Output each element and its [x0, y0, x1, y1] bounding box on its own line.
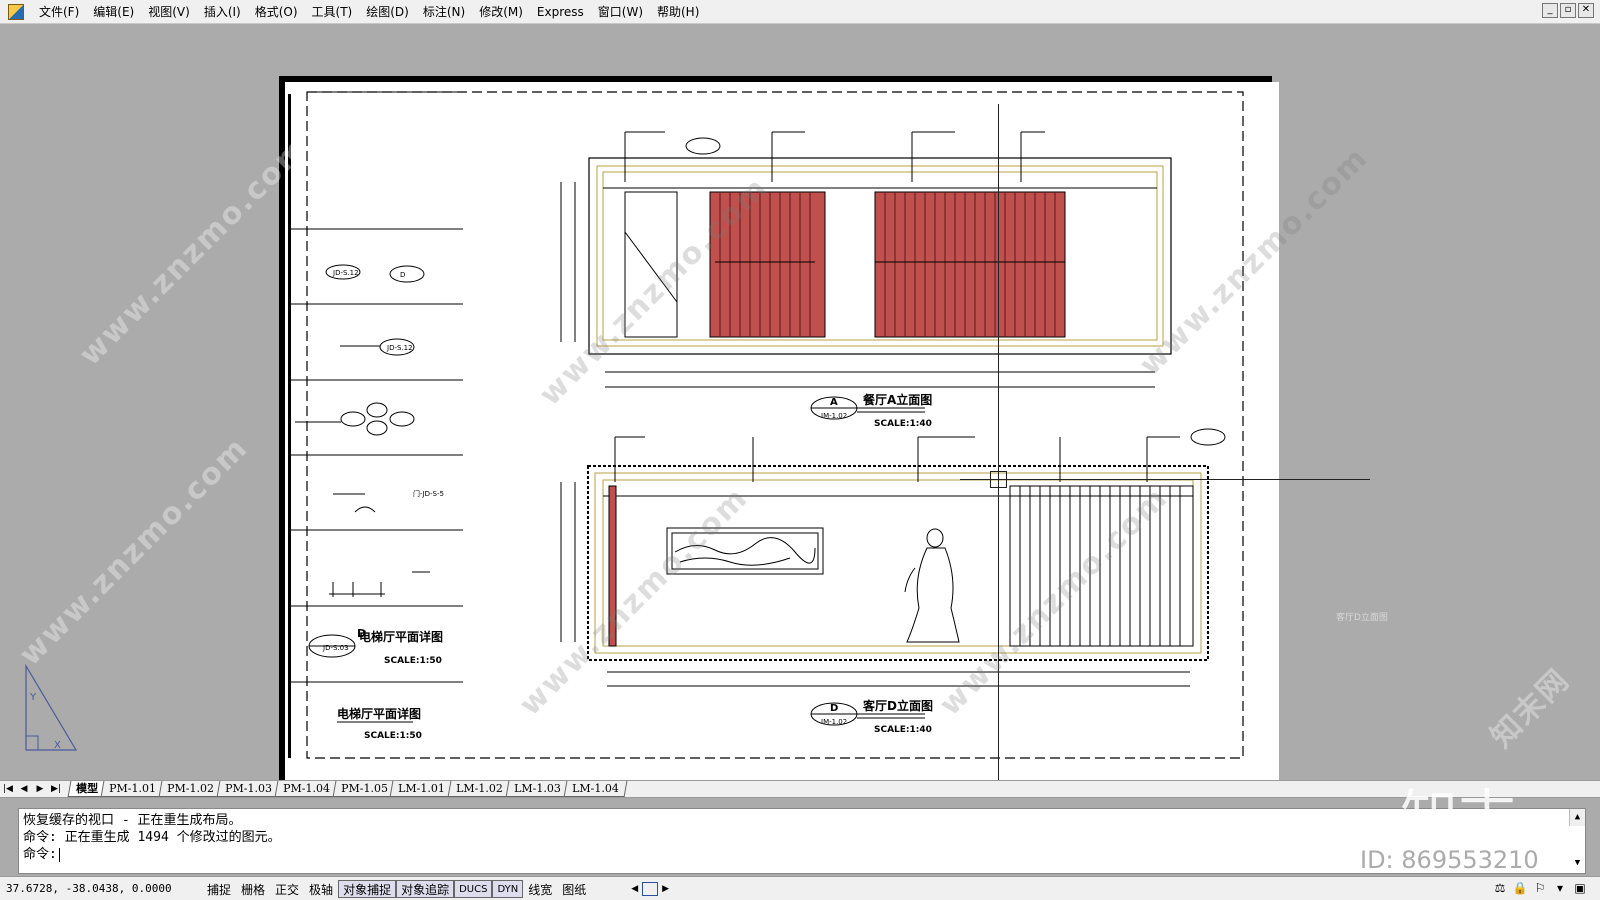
elevation-d-scale: SCALE:1:40 [874, 725, 932, 735]
clean-screen-icon[interactable]: ▣ [1572, 880, 1588, 896]
menu-edit[interactable]: 编辑(E) [86, 2, 141, 22]
scroll-down-icon[interactable]: ▼ [1570, 855, 1585, 871]
elevation-a-tag-letter: A [830, 397, 838, 408]
tab-last-icon[interactable]: ▶| [48, 782, 64, 796]
close-icon[interactable]: ✕ [1578, 3, 1594, 18]
lineweight-toggle[interactable]: 线宽 [523, 880, 557, 898]
lock-icon[interactable]: 🔒 [1512, 880, 1528, 896]
elevation-a-drawing [560, 131, 1172, 420]
svg-text:JD-S.12: JD-S.12 [332, 269, 359, 277]
snap-toggle[interactable]: 捕捉 [202, 880, 236, 898]
grid-toggle[interactable]: 栅格 [236, 880, 270, 898]
menu-view[interactable]: 视图(V) [141, 2, 197, 22]
communication-icon[interactable]: ⚐ [1532, 880, 1548, 896]
tab-pm-1-01[interactable]: PM-1.01 [100, 781, 165, 797]
window-controls: _ ▫ ✕ [1542, 3, 1594, 18]
elevation-d-title: 客厅D立面图 [862, 698, 933, 713]
crosshair-vertical [998, 104, 999, 780]
tab-pm-1-04[interactable]: PM-1.04 [274, 781, 338, 797]
tab-lm-1-02[interactable]: LM-1.02 [447, 781, 512, 797]
svg-text:JD-S.12: JD-S.12 [386, 344, 413, 352]
legend-symbols [295, 264, 430, 723]
tab-lm-1-01[interactable]: LM-1.01 [389, 781, 454, 797]
tab-lm-1-03[interactable]: LM-1.03 [505, 781, 570, 797]
paper-toggle[interactable]: 图纸 [557, 880, 591, 898]
command-prompt: 命令: [23, 847, 57, 862]
tab-first-icon[interactable]: |◀ [0, 782, 16, 796]
viewport-scroll-right-icon[interactable]: ▶ [662, 884, 669, 894]
faint-view-label: 客厅D立面图 [1336, 613, 1388, 623]
elevation-d-tag-letter: D [830, 703, 838, 714]
command-window[interactable]: 恢复缓存的视口 - 正在重生成布局。 命令: 正在重生成 1494 个修改过的图… [18, 808, 1586, 874]
annotation-scale-icon[interactable]: ⚖ [1492, 880, 1508, 896]
command-history-line-1: 恢复缓存的视口 - 正在重生成布局。 [23, 813, 242, 828]
cad-drawing: JD-S.12 D JD-S.12 JD-S.03 门-JD-S-5 D 电梯厅… [288, 91, 1244, 759]
menu-dimension[interactable]: 标注(N) [416, 2, 472, 22]
status-bar: 37.6728, -38.0438, 0.0000 捕捉 栅格 正交 极轴 对象… [0, 876, 1600, 900]
legend-elevator-plan-scale-1: SCALE:1:50 [384, 656, 442, 666]
tray-icons: ⚖ 🔒 ⚐ ▾ ▣ [1492, 880, 1588, 896]
drawing-canvas[interactable]: JD-S.12 D JD-S.12 JD-S.03 门-JD-S-5 D 电梯厅… [0, 24, 1600, 780]
ortho-toggle[interactable]: 正交 [270, 880, 304, 898]
otrack-toggle[interactable]: 对象追踪 [396, 879, 455, 898]
svg-text:D: D [400, 271, 405, 279]
crosshair-horizontal [960, 479, 1370, 480]
tab-next-icon[interactable]: ▶ [32, 782, 48, 796]
watermark-site-2: www.znzmo.com [12, 430, 256, 673]
command-scrollbar[interactable]: ▲ ▼ [1569, 809, 1585, 868]
ducs-toggle[interactable]: DUCS [454, 879, 493, 898]
tab-prev-icon[interactable]: ◀ [16, 782, 32, 796]
tab-pm-1-02[interactable]: PM-1.02 [158, 781, 223, 797]
legend-elevator-plan-title-1: 电梯厅平面详图 [359, 629, 443, 644]
elevation-d-drawing [560, 428, 1226, 726]
osnap-toggle[interactable]: 对象捕捉 [338, 879, 397, 898]
legend-elevator-plan-title-2: 电梯厅平面详图 [337, 706, 421, 721]
menu-bar: 文件(F) 编辑(E) 视图(V) 插入(I) 格式(O) 工具(T) 绘图(D… [0, 0, 1600, 24]
elevation-a-title: 餐厅A立面图 [863, 392, 932, 407]
cursor-pickbox [990, 471, 1007, 488]
tab-pm-1-03[interactable]: PM-1.03 [216, 781, 281, 797]
statue-figure [904, 528, 960, 643]
legend-elevator-plan-scale-2: SCALE:1:50 [364, 731, 422, 741]
scroll-up-icon[interactable]: ▲ [1570, 809, 1585, 825]
minimize-icon[interactable]: _ [1542, 3, 1558, 18]
tab-pm-1-05[interactable]: PM-1.05 [332, 781, 396, 797]
menu-modify[interactable]: 修改(M) [472, 2, 530, 22]
app-icon[interactable] [8, 3, 24, 20]
dyn-toggle[interactable]: DYN [492, 879, 524, 898]
watermark-brand: 知末网 [1484, 662, 1577, 755]
command-prompt-line[interactable]: 命令: [23, 846, 1581, 863]
maximize-viewport-icon[interactable] [642, 881, 659, 896]
svg-text:门-JD-S-5: 门-JD-S-5 [413, 489, 444, 498]
menu-window[interactable]: 窗口(W) [591, 2, 650, 22]
menu-tools[interactable]: 工具(T) [305, 2, 360, 22]
coordinate-readout: 37.6728, -38.0438, 0.0000 [6, 882, 172, 895]
elevation-a-tag-sheet: IM-1.02 [821, 412, 847, 420]
menu-help[interactable]: 帮助(H) [650, 2, 706, 22]
restore-icon[interactable]: ▫ [1560, 3, 1576, 18]
elevation-d-tag-sheet: IM-1.02 [821, 718, 847, 726]
menu-file[interactable]: 文件(F) [32, 2, 86, 22]
menu-insert[interactable]: 插入(I) [197, 2, 248, 22]
command-history-line-2: 命令: 正在重生成 1494 个修改过的图元。 [23, 830, 281, 845]
elevation-a-scale: SCALE:1:40 [874, 419, 932, 429]
viewport-scroll-left-icon[interactable]: ◀ [631, 884, 638, 894]
menu-format[interactable]: 格式(O) [248, 2, 305, 22]
menu-draw[interactable]: 绘图(D) [359, 2, 416, 22]
tab-lm-1-04[interactable]: LM-1.04 [563, 781, 627, 797]
layout-tab-bar: |◀ ◀ ▶ ▶| 模型 PM-1.01 PM-1.02 PM-1.03 PM-… [0, 780, 1600, 798]
menu-express[interactable]: Express [530, 2, 591, 22]
svg-text:Y: Y [29, 692, 37, 703]
text-caret [58, 847, 60, 862]
svg-text:X: X [54, 740, 61, 751]
polar-toggle[interactable]: 极轴 [304, 880, 338, 898]
svg-text:JD-S.03: JD-S.03 [322, 644, 349, 652]
ucs-icon: Y X [25, 664, 78, 751]
chevron-down-icon[interactable]: ▾ [1552, 880, 1568, 896]
layout-paper: JD-S.12 D JD-S.12 JD-S.03 门-JD-S-5 D 电梯厅… [285, 82, 1279, 780]
